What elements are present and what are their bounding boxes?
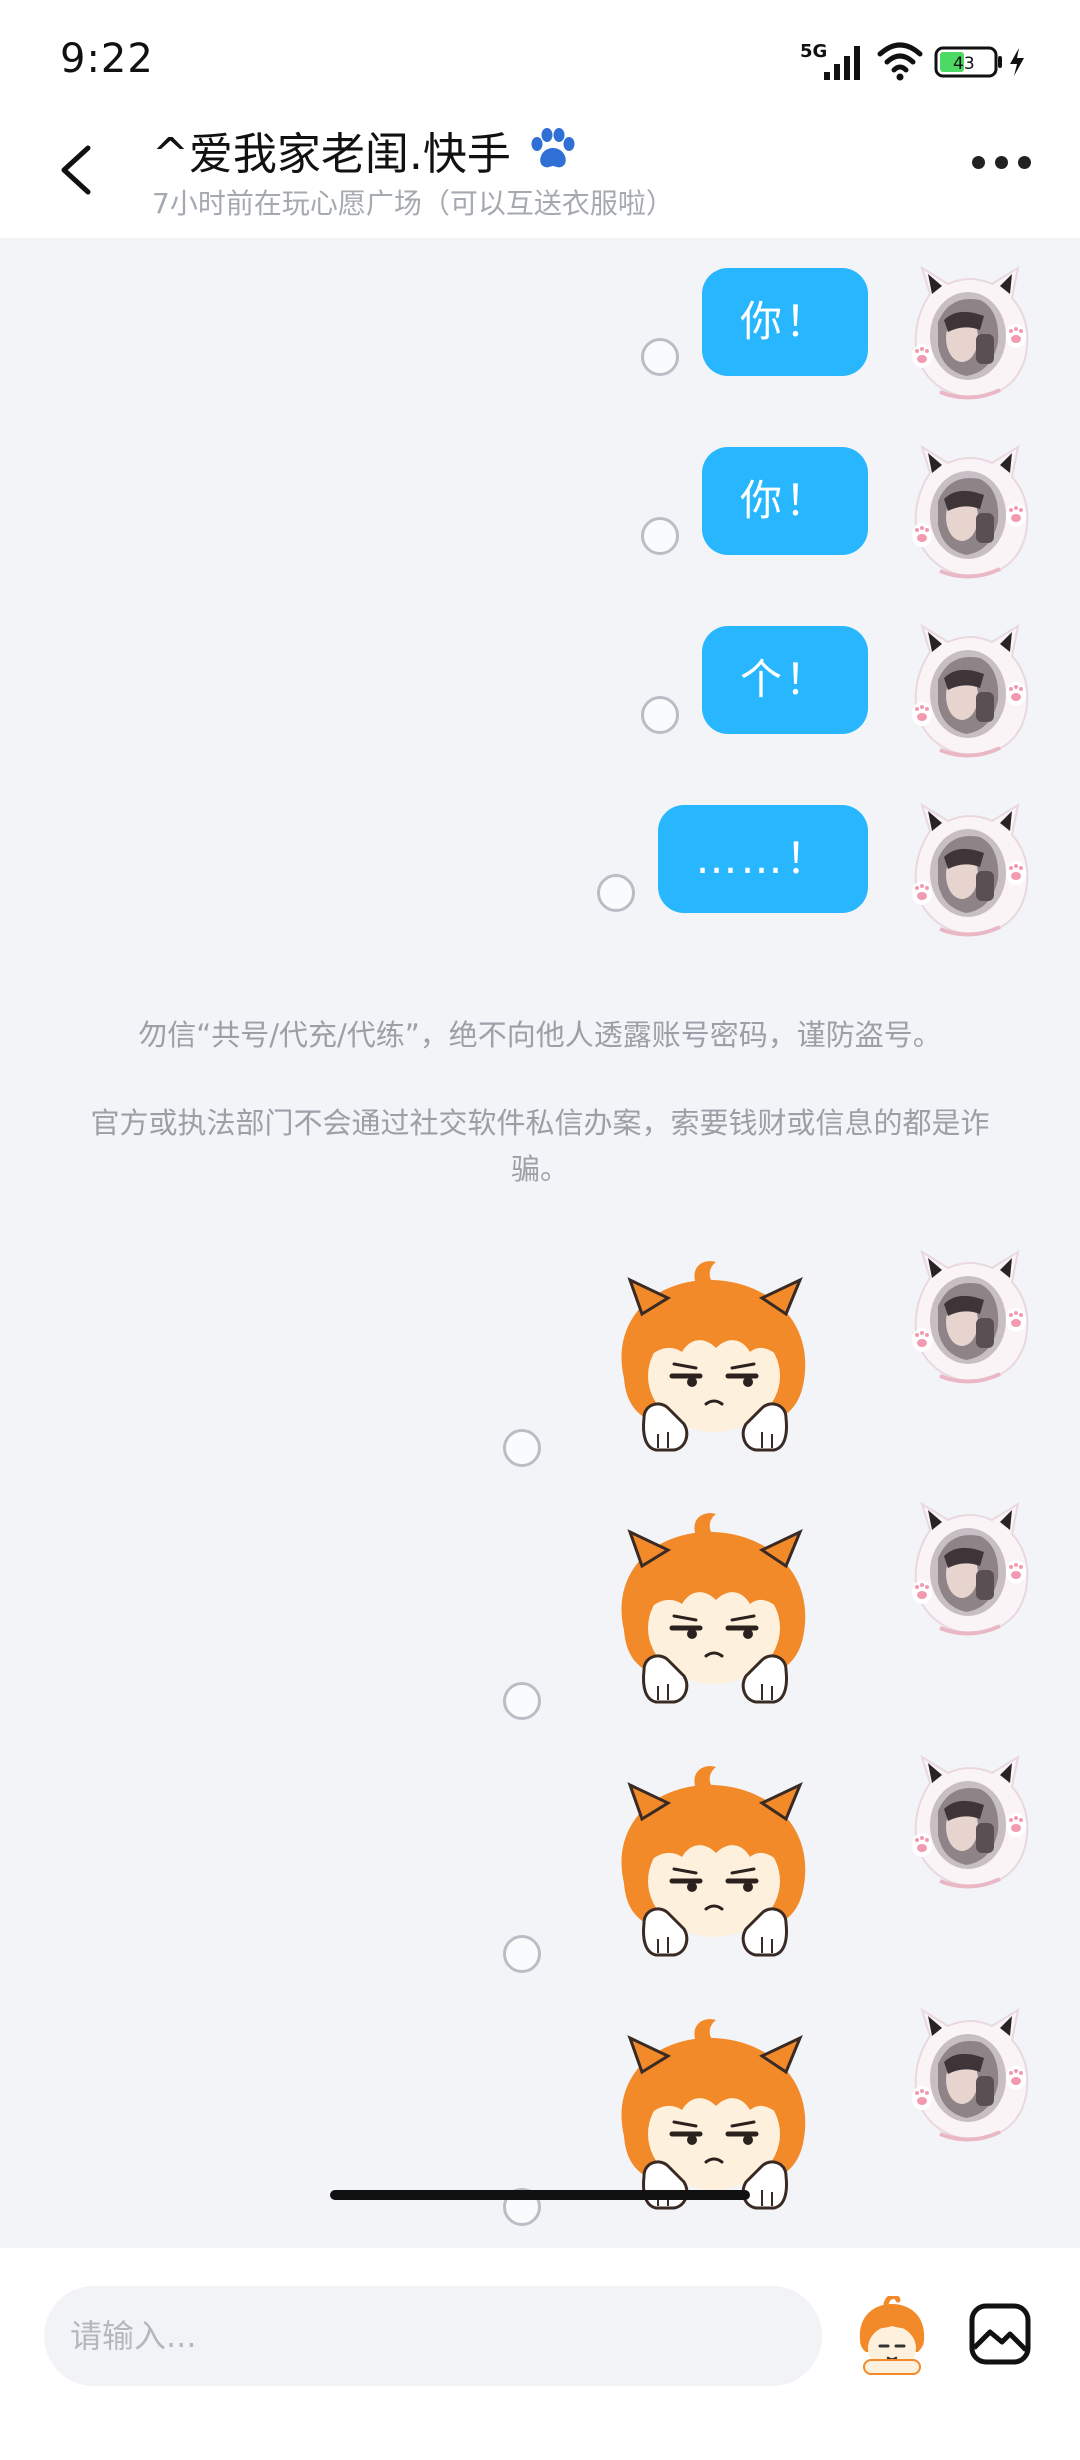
avatar[interactable] (900, 1248, 1040, 1388)
avatar[interactable] (900, 264, 1040, 404)
select-radio[interactable] (503, 1682, 541, 1720)
charging-icon (1010, 48, 1024, 76)
message-input[interactable] (44, 2286, 822, 2386)
battery-icon: 43 (934, 46, 1002, 78)
avatar[interactable] (900, 1753, 1040, 1893)
chevron-left-icon (61, 145, 91, 195)
status-bar: 9:22 5G 43 (0, 0, 1080, 120)
select-radio[interactable] (641, 517, 679, 555)
message-bubble[interactable]: ……！ (658, 805, 868, 913)
orange-hair-character-sticker[interactable] (604, 2016, 826, 2216)
paw-icon (531, 128, 575, 168)
message-bubble[interactable]: 你！ (702, 447, 868, 555)
safety-notice-1: 勿信“共号/代充/代练”，绝不向他人透露账号密码，谨防盗号。 (138, 1018, 942, 1052)
select-radio[interactable] (503, 1429, 541, 1467)
more-dot (972, 156, 985, 169)
wifi-icon (877, 42, 923, 81)
avatar[interactable] (900, 801, 1040, 941)
emoji-sticker-icon[interactable] (850, 2296, 934, 2380)
select-radio[interactable] (503, 1935, 541, 1973)
title-row[interactable]: ^爱我家老闺.快手 (152, 120, 579, 180)
signal-icon: 5G (800, 41, 860, 80)
more-dot (1018, 156, 1031, 169)
avatar[interactable] (900, 443, 1040, 583)
input-bar (0, 2248, 1080, 2460)
avatar[interactable] (900, 2006, 1040, 2146)
orange-hair-character-sticker[interactable] (604, 1763, 826, 1963)
status-icons: 5G 43 (800, 40, 1030, 84)
back-button[interactable] (52, 142, 102, 198)
orange-hair-character-sticker[interactable] (604, 1510, 826, 1710)
message-bubble[interactable]: 个！ (702, 626, 868, 734)
orange-hair-character-sticker[interactable] (604, 1258, 826, 1458)
select-radio[interactable] (641, 696, 679, 734)
select-radio[interactable] (641, 338, 679, 376)
avatar[interactable] (900, 1500, 1040, 1640)
more-button[interactable] (972, 150, 1032, 174)
select-radio[interactable] (597, 874, 635, 912)
battery-level: 43 (953, 54, 975, 74)
network-label: 5G (800, 41, 827, 62)
more-dot (995, 156, 1008, 169)
chat-area[interactable]: 你！ 你！ 个！ ……！ 勿信“共号/代充/代练”，绝不向他人透露账号密码，谨防… (0, 238, 1080, 2248)
message-bubble[interactable]: 你！ (702, 268, 868, 376)
chat-header: ^爱我家老闺.快手 7小时前在玩心愿广场（可以互送衣服啦） (0, 120, 1080, 238)
chat-title: ^爱我家老闺.快手 (152, 129, 511, 180)
home-indicator[interactable] (330, 2190, 750, 2200)
status-time: 9:22 (60, 36, 154, 82)
image-icon[interactable] (968, 2302, 1032, 2366)
chat-subtitle: 7小时前在玩心愿广场（可以互送衣服啦） (152, 187, 674, 220)
avatar[interactable] (900, 622, 1040, 762)
safety-notice-2: 官方或执法部门不会通过社交软件私信办案，索要钱财或信息的都是诈骗。 (90, 1106, 990, 1186)
